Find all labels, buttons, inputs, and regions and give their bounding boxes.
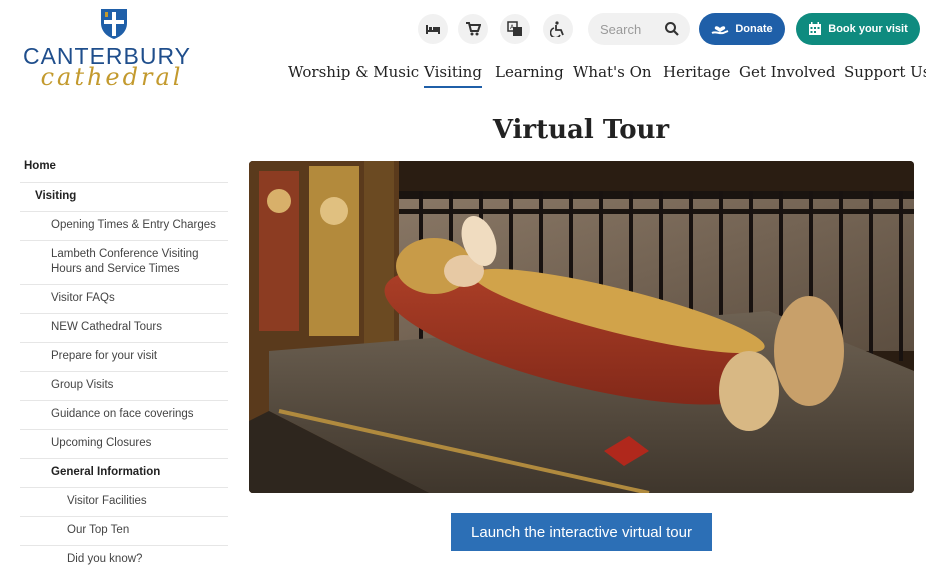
virtual-tour-hero-image [249, 161, 914, 493]
sidebar-item-did-you-know[interactable]: Did you know? [20, 546, 228, 571]
sidebar-item-prepare-visit[interactable]: Prepare for your visit [20, 343, 228, 372]
hand-heart-icon [711, 26, 729, 35]
nav-whats-on[interactable]: What's On [573, 63, 652, 81]
shop-button[interactable] [458, 14, 488, 44]
nav-heritage[interactable]: Heritage [663, 63, 730, 81]
sidebar-item-group-visits[interactable]: Group Visits [20, 372, 228, 401]
nav-visiting[interactable]: Visiting [424, 63, 482, 88]
sidebar-item-opening-times[interactable]: Opening Times & Entry Charges [20, 212, 228, 241]
sidebar-item-face-coverings[interactable]: Guidance on face coverings [20, 401, 228, 430]
search-icon[interactable] [664, 21, 680, 37]
sidebar-item-visitor-faqs[interactable]: Visitor FAQs [20, 285, 228, 314]
nav-support-us[interactable]: Support Us [844, 63, 926, 81]
search-box[interactable] [588, 13, 690, 45]
cart-icon [466, 22, 481, 36]
translate-icon: A [507, 21, 522, 36]
sidebar-item-lambeth-conference[interactable]: Lambeth Conference Visiting Hours and Se… [20, 241, 228, 285]
logo-wordmark-bottom: cathedral [40, 63, 184, 91]
sidebar-item-general-information[interactable]: General Information [20, 459, 228, 488]
bed-icon [426, 25, 440, 34]
shield-icon [101, 9, 127, 39]
donate-button[interactable]: Donate [699, 13, 785, 45]
accessibility-button[interactable] [543, 14, 573, 44]
sidebar-item-visiting[interactable]: Visiting [20, 183, 228, 212]
cathedral-logo[interactable]: CANTERBURY cathedral [12, 8, 202, 91]
language-button[interactable]: A [500, 14, 530, 44]
sidebar-item-top-ten[interactable]: Our Top Ten [20, 517, 228, 546]
book-visit-button[interactable]: Book your visit [796, 13, 920, 45]
launch-virtual-tour-button[interactable]: Launch the interactive virtual tour [451, 513, 712, 551]
search-input[interactable] [600, 20, 664, 38]
accommodation-button[interactable] [418, 14, 448, 44]
nav-learning[interactable]: Learning [495, 63, 564, 81]
accessibility-icon [550, 21, 564, 37]
book-visit-label: Book your visit [828, 23, 908, 35]
sidebar-item-home[interactable]: Home [20, 155, 228, 183]
donate-label: Donate [735, 23, 773, 35]
nav-worship-music[interactable]: Worship & Music [288, 63, 419, 81]
page-title: Virtual Tour [492, 115, 670, 145]
sidebar-item-upcoming-closures[interactable]: Upcoming Closures [20, 430, 228, 459]
sidebar-item-visitor-facilities[interactable]: Visitor Facilities [20, 488, 228, 517]
sidebar-navigation: Home Visiting Opening Times & Entry Char… [20, 155, 228, 571]
sidebar-item-cathedral-tours[interactable]: NEW Cathedral Tours [20, 314, 228, 343]
nav-get-involved[interactable]: Get Involved [739, 63, 836, 81]
calendar-icon [809, 22, 822, 35]
